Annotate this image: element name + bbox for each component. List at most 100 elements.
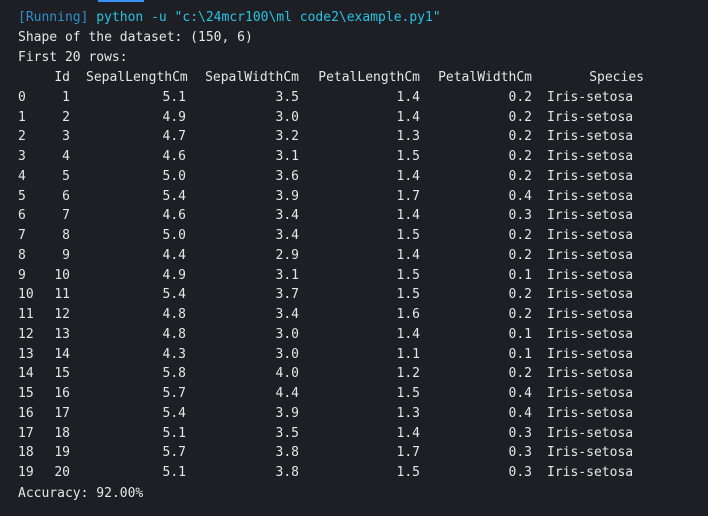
- table-row: 0 1 5.1 3.5 1.4 0.2 Iris-setosa: [0, 88, 708, 108]
- column-header: SepalWidthCm: [205, 70, 299, 85]
- species-cell: Iris-setosa: [547, 267, 634, 283]
- petal-width-cell: 0.3: [508, 208, 532, 224]
- petal-width-cell: 0.3: [508, 425, 532, 441]
- petal-length-cell: 1.3: [396, 405, 420, 421]
- petal-width-cell: 0.2: [508, 307, 532, 322]
- table-row: 8 9 4.4 2.9 1.4 0.2 Iris-setosa: [0, 246, 708, 266]
- id-cell: 11: [54, 287, 70, 303]
- petal-length-cell: 1.4: [396, 109, 420, 125]
- table-row: 7 8 5.0 3.4 1.5 0.2 Iris-setosa: [0, 226, 708, 246]
- column-header: Species: [589, 70, 644, 85]
- sepal-width-cell: 3.9: [275, 188, 299, 204]
- sepal-width-cell: 3.0: [275, 109, 299, 125]
- petal-width-cell: 0.2: [508, 149, 532, 164]
- id-cell: 12: [54, 307, 70, 322]
- species-cell: Iris-setosa: [547, 386, 634, 401]
- petal-length-cell: 1.6: [396, 307, 420, 322]
- id-cell: 15: [54, 366, 70, 382]
- sepal-width-cell: 3.6: [275, 168, 299, 184]
- sepal-width-cell: 3.7: [275, 287, 299, 303]
- species-cell: Iris-setosa: [547, 287, 634, 303]
- table-row: 17 18 5.1 3.5 1.4 0.3 Iris-setosa: [0, 424, 708, 444]
- petal-length-cell: 1.4: [396, 208, 420, 224]
- sepal-width-cell: 3.0: [275, 346, 299, 362]
- sepal-length-cell: 4.9: [162, 267, 186, 283]
- species-cell: Iris-setosa: [547, 405, 634, 421]
- petal-width-cell: 0.3: [508, 465, 532, 480]
- id-cell: 17: [54, 405, 70, 421]
- petal-width-cell: 0.2: [508, 89, 532, 105]
- id-cell: 3: [62, 129, 70, 145]
- table-row: 12 13 4.8 3.0 1.4 0.1 Iris-setosa: [0, 325, 708, 345]
- sepal-width-cell: 4.0: [275, 366, 299, 382]
- table-row: 2 3 4.7 3.2 1.3 0.2 Iris-setosa: [0, 127, 708, 147]
- table-row: 4 5 5.0 3.6 1.4 0.2 Iris-setosa: [0, 167, 708, 187]
- accuracy-line: Accuracy: 92.00%: [18, 486, 144, 501]
- table-row: 6 7 4.6 3.4 1.4 0.3 Iris-setosa: [0, 206, 708, 226]
- id-cell: 10: [54, 267, 70, 283]
- run-command: python -u "c:\24mcr100\ml code2\example.…: [96, 10, 441, 25]
- table-row: 1 2 4.9 3.0 1.4 0.2 Iris-setosa: [0, 108, 708, 128]
- species-cell: Iris-setosa: [547, 366, 634, 382]
- petal-length-cell: 1.5: [396, 386, 420, 401]
- table-header: Id SepalLengthCm SepalWidthCm PetalLengthCm…: [0, 68, 708, 88]
- petal-width-cell: 0.2: [508, 168, 532, 184]
- species-cell: Iris-setosa: [547, 326, 634, 342]
- sepal-length-cell: 5.4: [162, 188, 186, 204]
- petal-width-cell: 0.3: [508, 445, 532, 461]
- sepal-width-cell: 3.8: [275, 445, 299, 461]
- species-cell: Iris-setosa: [547, 445, 634, 461]
- petal-width-cell: 0.4: [508, 405, 532, 421]
- first-rows-line: First 20 rows:: [18, 50, 128, 65]
- petal-length-cell: 1.5: [396, 267, 420, 283]
- sepal-length-cell: 5.4: [162, 287, 186, 303]
- species-cell: Iris-setosa: [547, 109, 634, 125]
- sepal-width-cell: 3.1: [275, 149, 299, 164]
- sepal-length-cell: 5.1: [162, 465, 186, 480]
- petal-width-cell: 0.1: [508, 346, 532, 362]
- species-cell: Iris-setosa: [547, 465, 634, 480]
- dataframe-output: Id SepalLengthCm SepalWidthCm PetalLengthCm…: [0, 68, 708, 483]
- table-row: 3 4 4.6 3.1 1.5 0.2 Iris-setosa: [0, 147, 708, 167]
- id-cell: 16: [54, 386, 70, 401]
- sepal-width-cell: 3.1: [275, 267, 299, 283]
- sepal-width-cell: 3.8: [275, 465, 299, 480]
- table-row: 10 11 5.4 3.7 1.5 0.2 Iris-setosa: [0, 285, 708, 305]
- petal-width-cell: 0.1: [508, 267, 532, 283]
- dataset-shape-line: Shape of the dataset: (150, 6): [18, 30, 253, 45]
- sepal-length-cell: 5.0: [162, 168, 186, 184]
- sepal-length-cell: 5.0: [162, 228, 186, 243]
- sepal-length-cell: 5.1: [162, 425, 186, 441]
- petal-length-cell: 1.2: [396, 366, 420, 382]
- id-cell: 7: [62, 208, 70, 224]
- sepal-length-cell: 5.4: [162, 405, 186, 421]
- column-header: SepalLengthCm: [86, 70, 188, 85]
- petal-width-cell: 0.2: [508, 287, 532, 303]
- petal-width-cell: 0.4: [508, 188, 532, 204]
- table-row: 14 15 5.8 4.0 1.2 0.2 Iris-setosa: [0, 364, 708, 384]
- id-cell: 1: [62, 89, 70, 105]
- sepal-length-cell: 4.6: [162, 208, 186, 224]
- species-cell: Iris-setosa: [547, 228, 634, 243]
- sepal-length-cell: 4.8: [162, 307, 186, 322]
- sepal-length-cell: 5.1: [162, 89, 186, 105]
- sepal-length-cell: 4.4: [162, 247, 186, 263]
- petal-width-cell: 0.2: [508, 228, 532, 243]
- petal-length-cell: 1.3: [396, 129, 420, 145]
- run-status-line: [Running] python -u "c:\24mcr100\ml code…: [18, 8, 441, 28]
- petal-length-cell: 1.7: [396, 188, 420, 204]
- output-panel[interactable]: [Running] python -u "c:\24mcr100\ml code…: [0, 0, 708, 516]
- species-cell: Iris-setosa: [547, 168, 634, 184]
- table-row: 18 19 5.7 3.8 1.7 0.3 Iris-setosa: [0, 443, 708, 463]
- species-cell: Iris-setosa: [547, 247, 634, 263]
- sepal-width-cell: 3.5: [275, 89, 299, 105]
- petal-length-cell: 1.4: [396, 89, 420, 105]
- petal-length-cell: 1.4: [396, 326, 420, 342]
- sepal-length-cell: 5.8: [162, 366, 186, 382]
- petal-width-cell: 0.2: [508, 109, 532, 125]
- id-cell: 8: [62, 228, 70, 243]
- sepal-width-cell: 3.4: [275, 208, 299, 224]
- column-header: PetalWidthCm: [438, 70, 532, 85]
- sepal-length-cell: 4.9: [162, 109, 186, 125]
- petal-length-cell: 1.4: [396, 247, 420, 263]
